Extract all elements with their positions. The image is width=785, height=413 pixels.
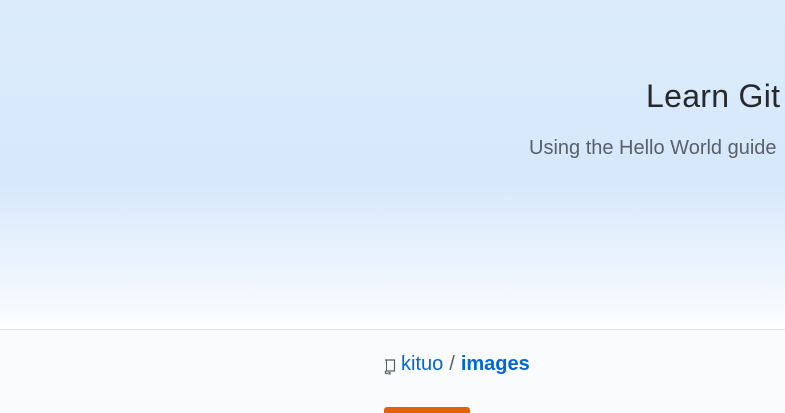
- hero-subtitle: Using the Hello World guide: [529, 137, 777, 159]
- hero-title: Learn Git: [646, 78, 781, 114]
- path-separator: /: [449, 353, 455, 375]
- hero-banner: Learn Git Using the Hello World guide: [0, 0, 785, 330]
- repo-icon: [384, 358, 396, 375]
- repo-name-link[interactable]: images: [461, 353, 530, 376]
- selected-tab-indicator: [384, 407, 470, 413]
- repository-header: kituo / images: [0, 330, 785, 413]
- repository-title: kituo / images: [384, 353, 530, 376]
- repo-owner-link[interactable]: kituo: [401, 353, 443, 376]
